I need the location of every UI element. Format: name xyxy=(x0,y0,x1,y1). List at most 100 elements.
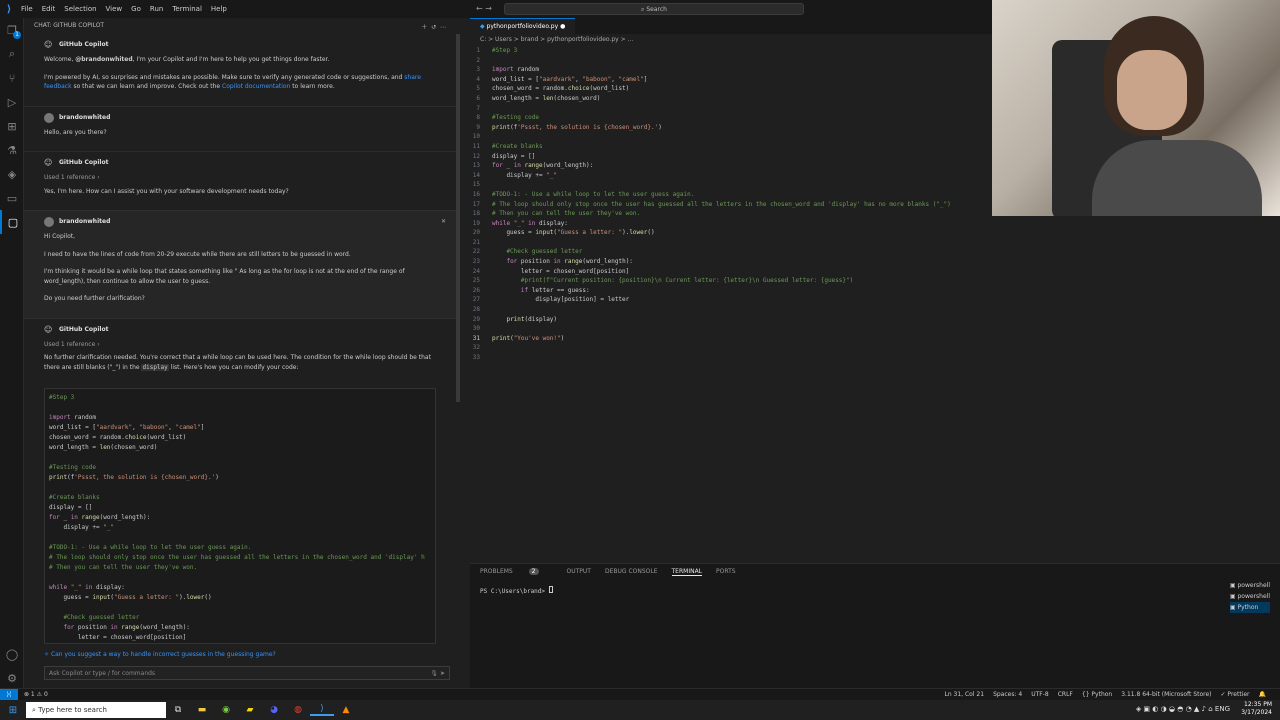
python-icon[interactable]: ◈ xyxy=(0,162,24,186)
terminal-prompt: PS C:\Users\brand> xyxy=(480,588,549,595)
terminal[interactable]: PS C:\Users\brand> xyxy=(470,580,1280,601)
search-view-icon[interactable]: ⌕ xyxy=(0,42,24,66)
discord-icon[interactable]: ◕ xyxy=(262,705,286,715)
sticky-notes-icon[interactable]: ▰ xyxy=(238,705,262,715)
vlc-icon[interactable]: ▲ xyxy=(334,705,358,715)
task-view-icon[interactable]: ⧉ xyxy=(166,705,190,715)
code-block[interactable]: #Step 3 import random word_list = ["aardv… xyxy=(44,388,436,644)
tab-pythonportfoliovideo[interactable]: ◆ pythonportfoliovideo.py ● xyxy=(470,18,576,34)
encoding[interactable]: UTF-8 xyxy=(1031,691,1049,698)
followup-suggestion[interactable]: ✧ Can you suggest a way to handle incorr… xyxy=(44,651,276,658)
vscode-taskbar-icon[interactable]: ⟩ xyxy=(310,704,334,716)
code-line[interactable]: 20 guess = input("Guess a letter: ").low… xyxy=(470,228,1280,238)
chat-scrollbar[interactable] xyxy=(456,34,460,402)
testing-icon[interactable]: ⚗ xyxy=(0,138,24,162)
chevron-right-icon: › xyxy=(97,174,100,181)
menu-run[interactable]: Run xyxy=(150,5,163,13)
language-mode[interactable]: {} Python xyxy=(1082,691,1112,698)
code-line[interactable]: 29 print(display) xyxy=(470,315,1280,325)
line-number: 2 xyxy=(476,56,480,64)
clock[interactable]: 12:35 PM 3/17/2024 xyxy=(1241,701,1272,717)
menu-file[interactable]: File xyxy=(21,5,33,13)
code-line[interactable]: 31 print("You've won!") xyxy=(470,334,1280,344)
remote-explorer-icon[interactable]: ▭ xyxy=(0,186,24,210)
back-arrow-icon[interactable]: ← xyxy=(476,4,483,13)
microphone-icon[interactable]: 🎙 xyxy=(430,670,438,677)
file-explorer-icon[interactable]: ▬ xyxy=(190,705,214,715)
terminal-item[interactable]: ▣ powershell xyxy=(1230,580,1270,591)
cursor-position[interactable]: Ln 31, Col 21 xyxy=(944,691,984,698)
unsaved-dot-icon[interactable]: ● xyxy=(560,23,565,30)
code-block-line: guess = input("Guess a letter: ").lower(… xyxy=(49,594,212,601)
code-line-text: chosen_word = random.choice(word_list) xyxy=(492,85,630,93)
menu-terminal[interactable]: Terminal xyxy=(172,5,202,13)
explorer-icon[interactable]: ❐ 1 xyxy=(0,18,24,42)
code-line-text: for position in range(word_length): xyxy=(506,258,633,266)
code-line-text: while "_" in display: xyxy=(492,219,568,227)
windows-start-icon[interactable]: ⊞ xyxy=(0,705,26,716)
more-actions-icon[interactable]: ⋯ xyxy=(440,24,446,31)
code-line[interactable]: 23 for position in range(word_length): xyxy=(470,257,1280,267)
menu-go[interactable]: Go xyxy=(131,5,141,13)
terminal-item-active[interactable]: ▣ Python xyxy=(1229,602,1270,613)
menu-selection[interactable]: Selection xyxy=(64,5,96,13)
close-icon[interactable]: ✕ xyxy=(441,217,446,227)
run-debug-icon[interactable]: ▷ xyxy=(0,90,24,114)
tab-debug-console[interactable]: DEBUG CONSOLE xyxy=(605,568,658,576)
problems-status[interactable]: ⊗ 1 ⚠ 0 xyxy=(24,691,48,698)
taskbar-search[interactable]: ⌕ Type here to search xyxy=(26,702,166,718)
code-line[interactable]: 26 if letter == guess: xyxy=(470,286,1280,296)
language-indicator[interactable]: ENG xyxy=(1215,705,1230,713)
prettier-status[interactable]: ✓ Prettier xyxy=(1221,691,1250,698)
avatar xyxy=(44,112,54,123)
code-block-line: # Then you can tell the user they've won… xyxy=(49,564,198,571)
source-control-icon[interactable]: ⑂ xyxy=(0,66,24,90)
chat-input[interactable]: Ask Copilot or type / for commands 🎙 ➤ xyxy=(44,666,450,680)
tab-ports[interactable]: PORTS xyxy=(716,568,736,576)
python-interpreter[interactable]: 3.11.8 64-bit (Microsoft Store) xyxy=(1121,691,1211,698)
copilot-docs-link[interactable]: Copilot documentation xyxy=(222,83,290,90)
code-block-line: #Check guessed letter xyxy=(49,614,140,621)
tab-output[interactable]: OUTPUT xyxy=(567,568,591,576)
used-reference-label: Used 1 reference xyxy=(44,174,96,181)
code-block-line: #Testing code xyxy=(49,464,96,471)
new-chat-icon[interactable]: ＋ xyxy=(421,24,427,31)
used-reference[interactable]: Used 1 reference › xyxy=(44,173,436,183)
code-line[interactable]: 24 letter = chosen_word[position] xyxy=(470,267,1280,277)
code-line[interactable]: 28 xyxy=(470,305,1280,315)
code-line[interactable]: 21 xyxy=(470,238,1280,248)
code-line[interactable]: 30 xyxy=(470,324,1280,334)
extensions-icon[interactable]: ⊞ xyxy=(0,114,24,138)
forward-arrow-icon[interactable]: → xyxy=(485,4,492,13)
tab-terminal[interactable]: TERMINAL xyxy=(671,568,703,576)
user-message-selected[interactable]: ✕ brandonwhited Hi Copilot, I need to ha… xyxy=(24,210,456,319)
edge-icon[interactable]: ◉ xyxy=(214,705,238,715)
terminal-cursor xyxy=(548,586,553,593)
line-ending[interactable]: CRLF xyxy=(1058,691,1073,698)
code-line[interactable]: 19 while "_" in display: xyxy=(470,219,1280,229)
tab-label: pythonportfoliovideo.py xyxy=(486,23,559,30)
command-center-search[interactable]: ⌕ Search xyxy=(504,3,804,15)
chrome-icon[interactable]: ◍ xyxy=(286,705,310,715)
notifications-bell-icon[interactable]: 🔔 xyxy=(1259,691,1266,698)
used-reference[interactable]: Used 1 reference › xyxy=(44,340,436,350)
remote-indicator-icon[interactable]: ⟩⟨ xyxy=(0,688,18,701)
menu-view[interactable]: View xyxy=(106,5,123,13)
chat-icon[interactable]: ▢ xyxy=(0,210,24,234)
tab-problems[interactable]: PROBLEMS 2 xyxy=(480,568,553,576)
nav-arrows[interactable]: ← → xyxy=(476,4,492,13)
menu-edit[interactable]: Edit xyxy=(42,5,56,13)
indentation[interactable]: Spaces: 4 xyxy=(993,691,1022,698)
account-icon[interactable]: ◯ xyxy=(0,642,24,666)
code-line[interactable]: 27 display[position] = letter xyxy=(470,295,1280,305)
system-tray[interactable]: ◈ ▣ ◐ ◑ ◒ ◓ ◔ ▲ ♪ ⌂ ENG xyxy=(1136,705,1230,713)
code-line[interactable]: 32 xyxy=(470,343,1280,353)
send-icon[interactable]: ➤ xyxy=(440,670,445,677)
terminal-item[interactable]: ▣ powershell xyxy=(1230,591,1270,602)
manage-gear-icon[interactable]: ⚙ xyxy=(0,666,24,690)
menu-help[interactable]: Help xyxy=(211,5,227,13)
history-icon[interactable]: ↺ xyxy=(431,24,436,31)
code-line[interactable]: 33 xyxy=(470,353,1280,363)
code-line[interactable]: 22 #Check guessed letter xyxy=(470,247,1280,257)
code-line[interactable]: 25 #print(f"Current position: {position}… xyxy=(470,276,1280,286)
